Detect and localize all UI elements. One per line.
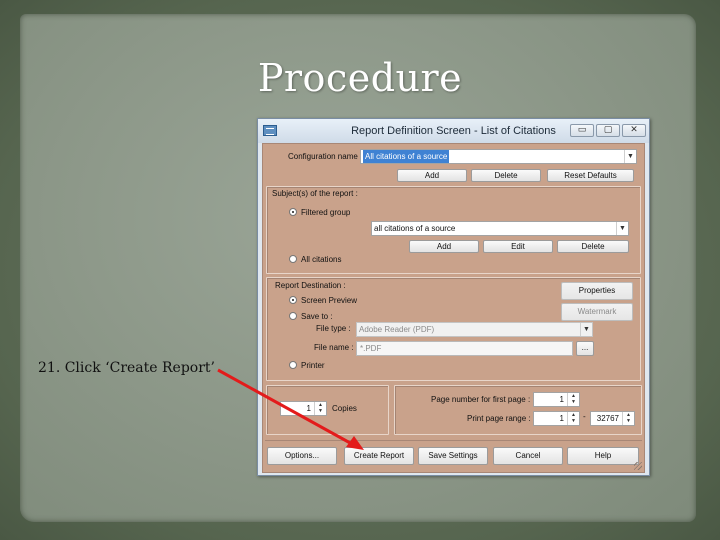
screen-preview-label: Screen Preview [301, 296, 358, 305]
filter-add-button[interactable]: Add [409, 240, 479, 253]
config-delete-button[interactable]: Delete [471, 169, 541, 182]
filter-delete-button[interactable]: Delete [557, 240, 629, 253]
chevron-down-icon[interactable]: ▼ [616, 222, 628, 235]
file-name-field[interactable]: *.PDF [356, 341, 573, 356]
config-name-select[interactable]: All citations of a source ▼ [360, 149, 637, 164]
copies-spinner[interactable]: 1 ▲ ▼ [280, 401, 327, 416]
config-name-label: Configuration name [288, 152, 358, 161]
report-definition-window: Report Definition Screen - List of Citat… [257, 118, 650, 476]
filter-select[interactable]: all citations of a source ▼ [371, 221, 629, 236]
spinner-arrows-icon[interactable]: ▲ ▼ [314, 402, 326, 415]
page-numbering-group [394, 385, 642, 435]
filtered-group-label: Filtered group [301, 208, 351, 217]
help-button[interactable]: Help [567, 447, 639, 465]
first-page-spinner[interactable]: 1 ▲ ▼ [533, 392, 580, 407]
printer-radio[interactable] [289, 361, 297, 369]
config-add-button[interactable]: Add [397, 169, 467, 182]
spinner-arrows-icon[interactable]: ▲ ▼ [622, 412, 634, 425]
file-type-value: Adobe Reader (PDF) [359, 325, 435, 334]
copies-value: 1 [306, 404, 311, 413]
filter-value: all citations of a source [374, 224, 456, 233]
file-name-label: File name : [314, 343, 354, 352]
range-separator: - [583, 412, 586, 421]
spinner-arrows-icon[interactable]: ▲ ▼ [567, 412, 579, 425]
resize-grip-icon[interactable] [634, 462, 642, 470]
save-to-radio[interactable] [289, 312, 297, 320]
chevron-down-icon[interactable]: ▼ [580, 323, 592, 336]
watermark-button[interactable]: Watermark [561, 303, 633, 321]
properties-button[interactable]: Properties [561, 282, 633, 300]
copies-label: Copies [332, 404, 357, 413]
window-client-area: Configuration name All citations of a so… [262, 143, 645, 473]
slide-title: Procedure [257, 56, 463, 100]
range-to-spinner[interactable]: 32767 ▲ ▼ [590, 411, 635, 426]
create-report-button[interactable]: Create Report [344, 447, 414, 465]
options-button[interactable]: Options... [267, 447, 337, 465]
minimize-button[interactable]: ▭ [570, 124, 594, 137]
browse-button[interactable]: ... [576, 341, 594, 356]
footer-separator [265, 440, 642, 441]
range-from-spinner[interactable]: 1 ▲ ▼ [533, 411, 580, 426]
reset-defaults-button[interactable]: Reset Defaults [547, 169, 634, 182]
config-name-value: All citations of a source [363, 150, 450, 163]
screen-preview-radio[interactable] [289, 296, 297, 304]
filtered-group-radio[interactable] [289, 208, 297, 216]
printer-label: Printer [301, 361, 325, 370]
chevron-down-icon[interactable]: ▼ [624, 150, 636, 163]
save-to-label: Save to : [301, 312, 333, 321]
save-settings-button[interactable]: Save Settings [418, 447, 488, 465]
destination-label: Report Destination : [275, 281, 346, 290]
first-page-value: 1 [559, 395, 564, 404]
file-type-select[interactable]: Adobe Reader (PDF) ▼ [356, 322, 593, 337]
first-page-label: Page number for first page : [431, 395, 531, 404]
step-instruction: 21. Click ‘Create Report’ [38, 360, 215, 376]
window-titlebar[interactable]: Report Definition Screen - List of Citat… [258, 119, 649, 143]
cancel-button[interactable]: Cancel [493, 447, 563, 465]
range-from-value: 1 [559, 414, 564, 423]
spinner-arrows-icon[interactable]: ▲ ▼ [567, 393, 579, 406]
maximize-button[interactable]: ▢ [596, 124, 620, 137]
all-citations-label: All citations [301, 255, 342, 264]
filter-edit-button[interactable]: Edit [483, 240, 553, 253]
subjects-label: Subject(s) of the report : [272, 189, 358, 198]
all-citations-radio[interactable] [289, 255, 297, 263]
file-type-label: File type : [316, 324, 351, 333]
close-button[interactable]: ✕ [622, 124, 646, 137]
range-to-value: 32767 [596, 414, 619, 423]
page-range-label: Print page range : [467, 414, 531, 423]
